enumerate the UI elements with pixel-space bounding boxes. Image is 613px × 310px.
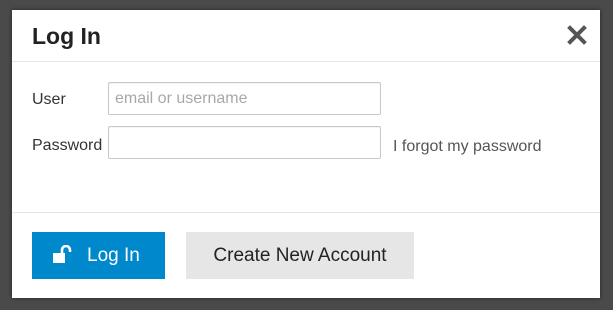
close-icon	[567, 25, 587, 45]
close-button[interactable]	[567, 25, 587, 45]
user-label: User	[32, 91, 66, 108]
login-button[interactable]: Log In	[32, 232, 165, 279]
login-button-label: Log In	[87, 245, 140, 266]
unlock-icon	[53, 245, 72, 263]
forgot-password-link[interactable]: I forgot my password	[393, 138, 542, 156]
password-label: Password	[32, 137, 103, 154]
login-dialog: Log In User Password I forgot my passwor…	[12, 10, 600, 298]
dialog-body: User Password I forgot my password	[12, 62, 600, 212]
dialog-header: Log In	[12, 10, 600, 62]
create-account-button[interactable]: Create New Account	[186, 232, 414, 279]
dialog-footer: Log In Create New Account	[12, 212, 600, 299]
user-input[interactable]	[108, 82, 381, 115]
password-input[interactable]	[108, 126, 381, 159]
dialog-title: Log In	[32, 23, 101, 49]
